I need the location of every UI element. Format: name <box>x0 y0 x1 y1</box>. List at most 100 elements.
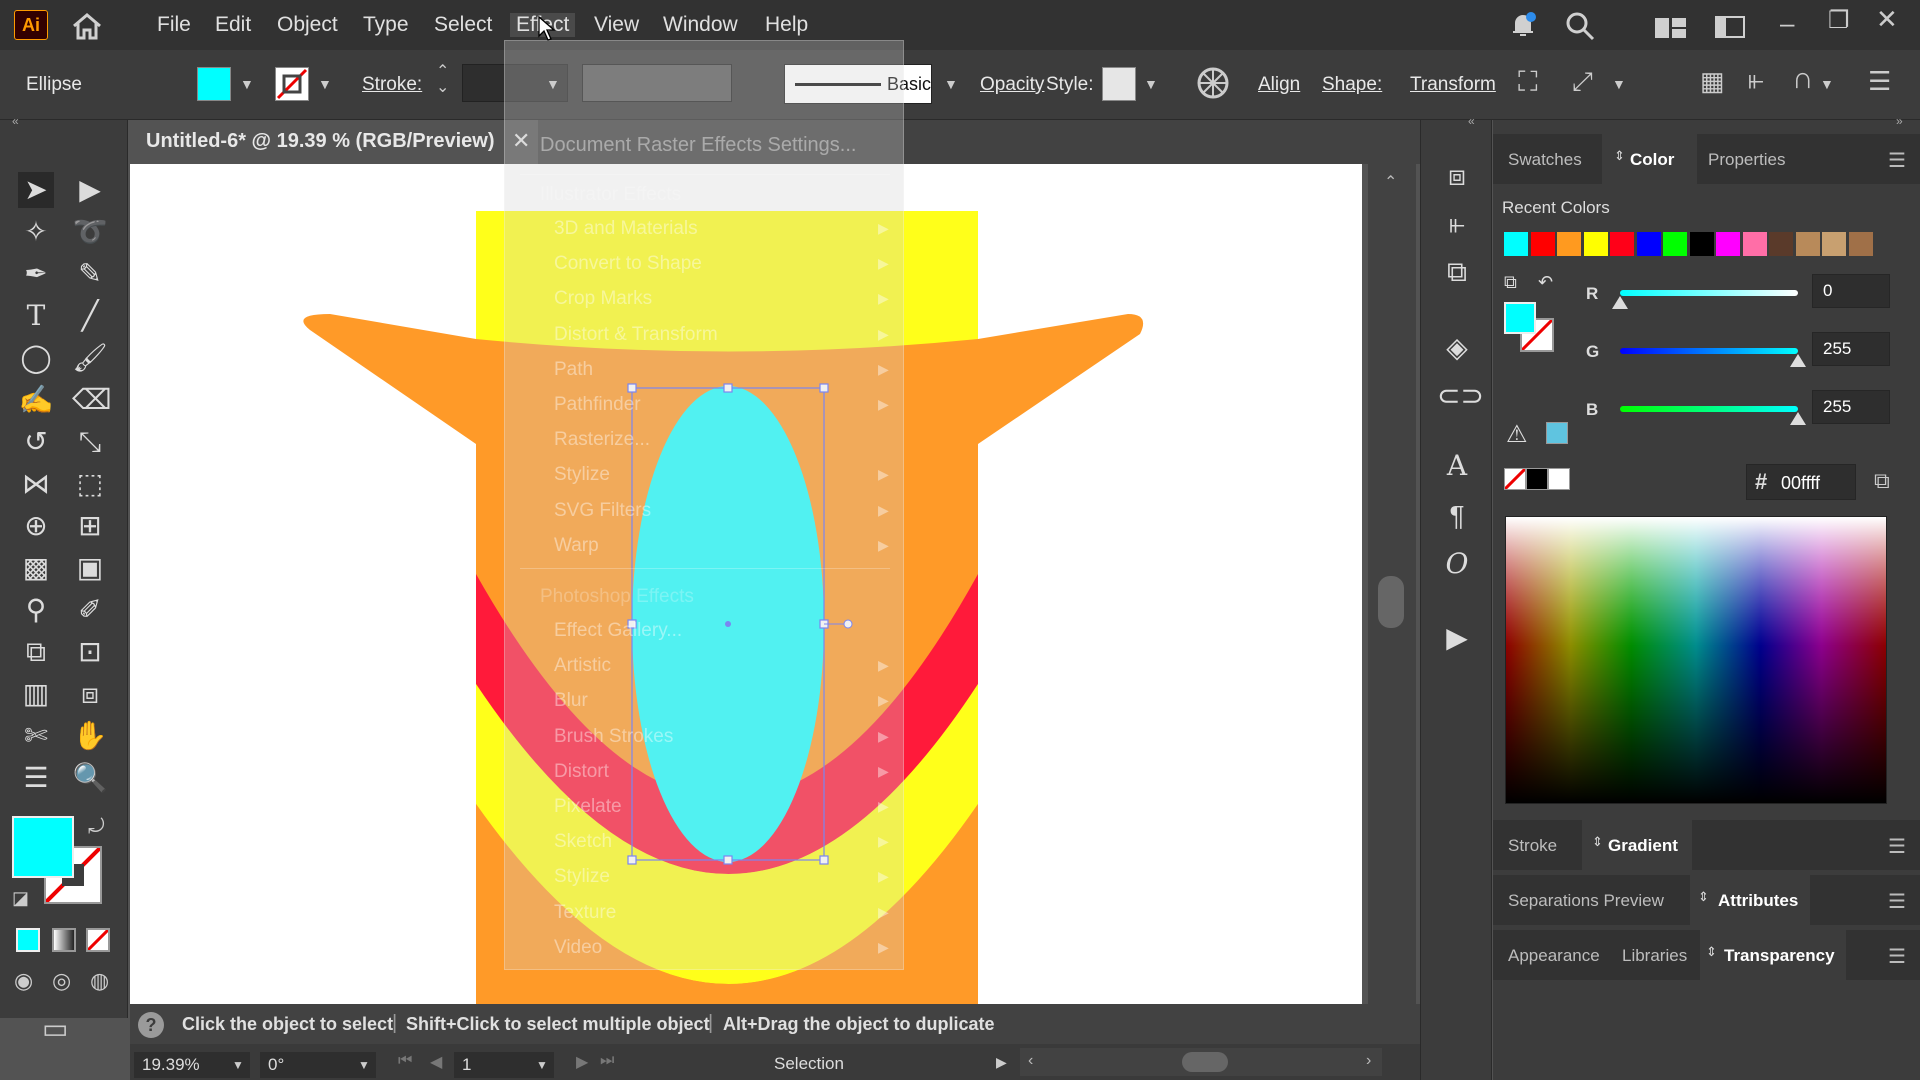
menu-file[interactable]: File <box>157 13 191 37</box>
style-swatch[interactable] <box>1102 67 1136 101</box>
draw-normal-icon[interactable]: ◉ <box>14 968 33 994</box>
color-panel-menu-icon[interactable]: ☰ <box>1888 148 1906 173</box>
menu-help[interactable]: Help <box>765 13 808 37</box>
stroke-stepper-icon[interactable]: ⌃ ⌄ <box>436 64 449 96</box>
rotation-field[interactable]: 0° ▼ <box>260 1052 376 1078</box>
menu-view[interactable]: View <box>594 13 639 37</box>
effect-menu-item[interactable]: Sketch <box>554 831 612 853</box>
workspace-icon[interactable] <box>1654 14 1688 40</box>
blue-value[interactable]: 255 <box>1812 390 1890 424</box>
green-slider-track[interactable] <box>1620 348 1798 354</box>
magic-wand-tool-icon[interactable]: ✧ <box>18 214 54 250</box>
attributes-panel-menu-icon[interactable]: ☰ <box>1888 889 1906 914</box>
symbol-sprayer-tool-icon[interactable]: ⊡ <box>72 634 108 670</box>
pen-tool-icon[interactable]: ✒ <box>18 256 54 292</box>
draw-inside-icon[interactable]: ◍ <box>90 968 109 994</box>
effect-menu-item[interactable]: Rasterize... <box>554 429 650 451</box>
draw-behind-icon[interactable]: ◎ <box>52 968 71 994</box>
copy-hex-icon[interactable]: ⧉ <box>1874 468 1890 494</box>
selection-tool-icon[interactable]: ➤ <box>18 172 54 208</box>
zoom-dropdown-icon[interactable]: ▼ <box>232 1058 244 1072</box>
tab-gradient[interactable]: Gradient <box>1608 836 1678 856</box>
scroll-thumb[interactable] <box>1378 576 1404 628</box>
recent-color-swatch[interactable] <box>1689 232 1714 256</box>
first-artboard-icon[interactable]: ⏮ <box>398 1052 412 1070</box>
actions-panel-icon[interactable]: ▶ <box>1437 618 1477 658</box>
recent-color-swatch[interactable] <box>1848 232 1873 256</box>
effect-menu-item[interactable]: Blur <box>554 690 588 712</box>
align-panel-icon[interactable]: ⫦ <box>1437 204 1477 244</box>
red-slider-thumb[interactable] <box>1612 296 1628 309</box>
zoom-tool-icon[interactable]: 🔍 <box>72 760 108 796</box>
effect-menu-item[interactable]: Pixelate <box>554 796 622 818</box>
recent-color-swatch[interactable] <box>1504 232 1528 256</box>
mesh-tool-icon[interactable]: ▩ <box>18 550 54 586</box>
recent-color-swatch[interactable] <box>1795 232 1820 256</box>
gradient-mode-icon[interactable] <box>52 928 76 952</box>
recent-color-swatch[interactable] <box>1663 232 1687 256</box>
type-tool-icon[interactable]: T <box>18 298 54 334</box>
paintbrush-tool-icon[interactable]: 🖌 <box>72 340 108 376</box>
blue-slider-track[interactable] <box>1620 406 1798 412</box>
curvature-tool-icon[interactable]: ✎ <box>72 256 108 292</box>
gradient-panel-menu-icon[interactable]: ☰ <box>1888 834 1906 859</box>
effect-menu-item[interactable]: SVG Filters <box>554 500 651 522</box>
panel-fill-swatch[interactable] <box>1504 302 1536 334</box>
swap-colors-icon[interactable]: ⤾ <box>88 816 105 839</box>
next-artboard-icon[interactable]: ▶ <box>576 1052 588 1072</box>
control-menu-icon[interactable]: ☰ <box>1868 66 1891 97</box>
effect-menu-item[interactable]: Stylize <box>554 866 610 888</box>
menu-type[interactable]: Type <box>363 13 409 37</box>
document-raster-settings-item[interactable]: Document Raster Effects Settings... <box>540 134 856 157</box>
arrange-documents-icon[interactable] <box>1714 14 1746 40</box>
brush-dropdown-icon[interactable]: ▼ <box>944 76 958 92</box>
menu-select[interactable]: Select <box>434 13 492 37</box>
gamut-swatch[interactable] <box>1546 422 1568 444</box>
ellipse-tool-icon[interactable]: ◯ <box>18 340 54 376</box>
blend-tool-icon[interactable]: ⧉ <box>18 634 54 670</box>
tab-properties[interactable]: Properties <box>1708 150 1785 170</box>
align-label[interactable]: Align <box>1258 74 1300 96</box>
collapse-dock-icon[interactable]: » <box>1896 114 1903 128</box>
red-slider-track[interactable] <box>1620 290 1798 296</box>
puppet-warp-icon[interactable]: ⤢ <box>1572 66 1593 98</box>
zoom-field[interactable]: 19.39% ▼ <box>134 1052 250 1078</box>
out-of-gamut-warning-icon[interactable]: ⚠ <box>1506 420 1528 449</box>
artboard-dropdown-icon[interactable]: ▼ <box>536 1058 548 1072</box>
document-tab-title[interactable]: Untitled-6* @ 19.39 % (RGB/Preview) <box>146 130 495 153</box>
artboard-number-field[interactable]: 1 ▼ <box>454 1052 554 1078</box>
tab-attributes-expand-icon[interactable]: ⇕ <box>1698 889 1709 905</box>
effect-menu-item[interactable]: Distort <box>554 761 609 783</box>
effect-menu-item[interactable]: Video <box>554 937 602 959</box>
transparency-panel-menu-icon[interactable]: ☰ <box>1888 944 1906 969</box>
layers-panel-icon[interactable]: ◈ <box>1437 328 1477 368</box>
restore-icon[interactable]: ❐ <box>1828 6 1850 35</box>
envelope-dropdown-icon[interactable]: ▼ <box>1820 76 1834 92</box>
tab-color-expand-icon[interactable]: ⇕ <box>1614 148 1625 164</box>
perspective-grid-tool-icon[interactable]: ⊞ <box>72 508 108 544</box>
effect-menu-item[interactable]: Pathfinder <box>554 394 641 416</box>
rotate-tool-icon[interactable]: ↺ <box>18 424 54 460</box>
width-tool-icon[interactable]: ⋈ <box>18 466 54 502</box>
green-value[interactable]: 255 <box>1812 332 1890 366</box>
notification-bell-icon[interactable] <box>1508 10 1538 40</box>
edit-toolbar-icon[interactable]: ☰ <box>18 760 54 796</box>
tab-stroke[interactable]: Stroke <box>1508 836 1557 856</box>
rotation-dropdown-icon[interactable]: ▼ <box>358 1058 370 1072</box>
transform-label[interactable]: Transform <box>1410 74 1496 96</box>
align-left-icon[interactable]: ⫦ <box>1748 64 1764 97</box>
tab-appearance[interactable]: Appearance <box>1508 946 1600 966</box>
isolate-object-icon[interactable]: ⛶ <box>1518 66 1538 99</box>
recent-color-swatch[interactable] <box>1583 232 1608 256</box>
green-slider-thumb[interactable] <box>1790 354 1806 367</box>
artboard-tool-icon[interactable]: ⧈ <box>72 676 108 712</box>
tab-swatches[interactable]: Swatches <box>1508 150 1582 170</box>
effect-menu-item[interactable]: Artistic <box>554 655 611 677</box>
slice-tool-icon[interactable]: ✄ <box>18 718 54 754</box>
tab-libraries[interactable]: Libraries <box>1622 946 1687 966</box>
hex-field[interactable]: # 00ffff <box>1746 464 1856 500</box>
fill-color-swatch[interactable] <box>12 816 74 878</box>
recent-color-swatch[interactable] <box>1610 232 1634 256</box>
shaper-tool-icon[interactable]: ✍ <box>18 382 54 418</box>
menu-edit[interactable]: Edit <box>215 13 251 37</box>
